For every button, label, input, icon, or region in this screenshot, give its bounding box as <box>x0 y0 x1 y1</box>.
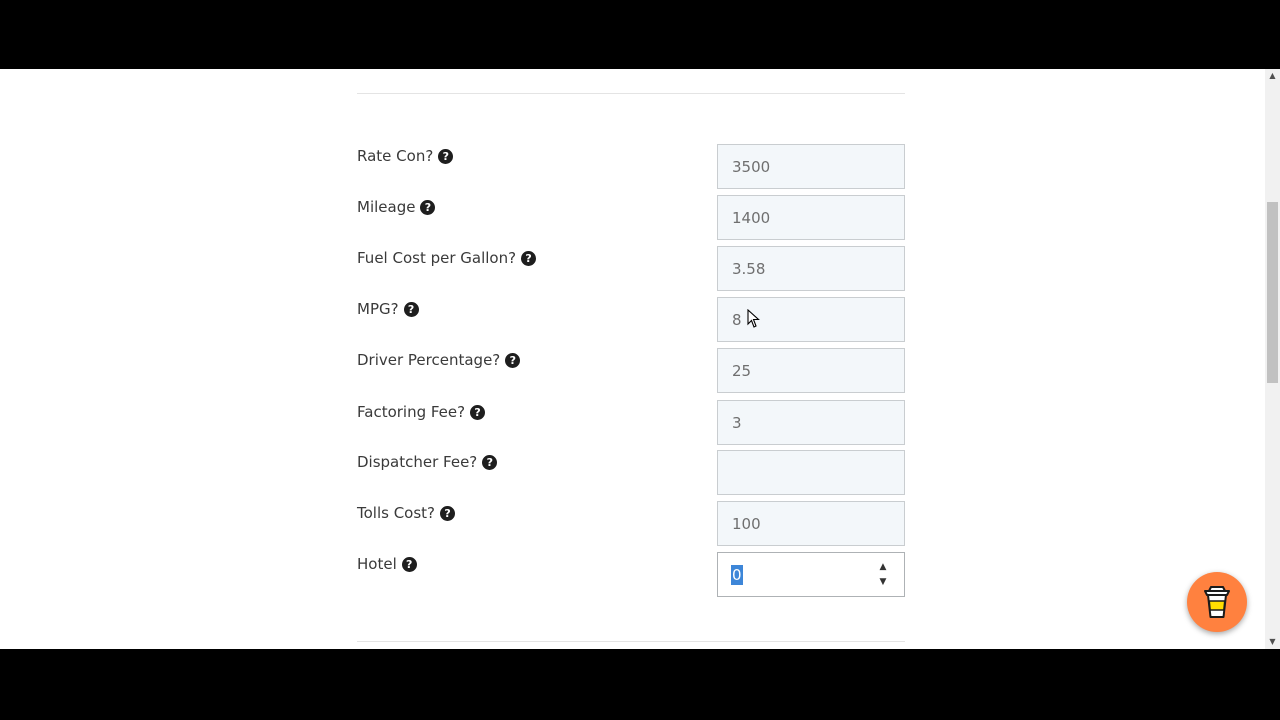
form-row-dispatcher-fee: Dispatcher Fee? ? <box>357 450 905 496</box>
dispatcher-fee-input[interactable] <box>717 450 905 495</box>
rate-con-input[interactable] <box>717 144 905 189</box>
form-row-driver-percentage: Driver Percentage? ? <box>357 348 905 394</box>
help-icon[interactable]: ? <box>403 301 419 317</box>
dispatcher-fee-label: Dispatcher Fee? ? <box>357 453 498 471</box>
help-icon[interactable]: ? <box>438 148 454 164</box>
mpg-label: MPG? ? <box>357 300 419 318</box>
top-divider <box>357 93 905 94</box>
scrollbar-thumb[interactable] <box>1267 202 1278 383</box>
help-icon[interactable]: ? <box>440 505 456 521</box>
tolls-cost-label: Tolls Cost? ? <box>357 504 456 522</box>
bottom-divider <box>357 641 905 642</box>
tolls-cost-input[interactable] <box>717 501 905 546</box>
help-icon[interactable]: ? <box>505 352 521 368</box>
buy-me-a-coffee-button[interactable] <box>1187 572 1247 632</box>
scroll-down-icon[interactable]: ▼ <box>1265 635 1280 649</box>
form-row-mileage: Mileage ? <box>357 195 905 241</box>
driver-percentage-input[interactable] <box>717 348 905 393</box>
hotel-selected-value: 0 <box>731 565 743 585</box>
driver-percentage-label: Driver Percentage? ? <box>357 351 521 369</box>
help-icon[interactable]: ? <box>482 454 498 470</box>
factoring-fee-input[interactable] <box>717 400 905 445</box>
browser-viewport: Rate Con? ? Mileage ? Fuel Cost per Gall… <box>0 69 1280 649</box>
scroll-up-icon[interactable]: ▲ <box>1265 69 1280 83</box>
form-row-fuel-cost: Fuel Cost per Gallon? ? <box>357 246 905 292</box>
mileage-input[interactable] <box>717 195 905 240</box>
coffee-cup-icon <box>1204 586 1230 618</box>
form-row-rate-con: Rate Con? ? <box>357 144 905 190</box>
help-icon[interactable]: ? <box>470 404 486 420</box>
form-row-mpg: MPG? ? <box>357 297 905 343</box>
form-row-factoring-fee: Factoring Fee? ? <box>357 400 905 446</box>
hotel-label: Hotel ? <box>357 555 417 573</box>
form-row-tolls-cost: Tolls Cost? ? <box>357 501 905 547</box>
number-spinner[interactable]: ▲ ▼ <box>876 561 890 589</box>
form-row-hotel: Hotel ? 0 ▲ ▼ <box>357 552 905 598</box>
mileage-label: Mileage ? <box>357 198 436 216</box>
fuel-cost-label: Fuel Cost per Gallon? ? <box>357 249 537 267</box>
mpg-input[interactable] <box>717 297 905 342</box>
help-icon[interactable]: ? <box>401 556 417 572</box>
help-icon[interactable]: ? <box>521 250 537 266</box>
rate-con-label: Rate Con? ? <box>357 147 454 165</box>
factoring-fee-label: Factoring Fee? ? <box>357 403 486 421</box>
vertical-scrollbar[interactable]: ▲ ▼ <box>1265 69 1280 649</box>
spinner-down-icon[interactable]: ▼ <box>880 576 887 589</box>
fuel-cost-input[interactable] <box>717 246 905 291</box>
calculator-page: Rate Con? ? Mileage ? Fuel Cost per Gall… <box>0 69 1265 649</box>
spinner-up-icon[interactable]: ▲ <box>880 561 887 574</box>
help-icon[interactable]: ? <box>420 199 436 215</box>
